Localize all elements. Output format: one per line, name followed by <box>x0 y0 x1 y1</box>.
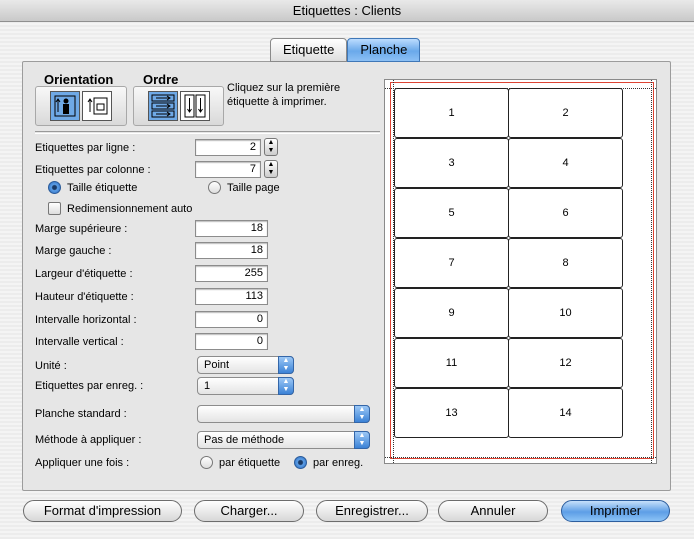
label-cell-3[interactable]: 3 <box>394 138 509 188</box>
redim-label: Redimensionnement auto <box>67 203 193 215</box>
taille-page-label: Taille page <box>227 182 280 194</box>
marge-gauche-field[interactable]: 18 <box>195 242 268 259</box>
chevron-updown-icon: ▲ ▼ <box>354 431 370 449</box>
label-cell-11[interactable]: 11 <box>394 338 509 388</box>
par-etiquette-radio[interactable] <box>200 456 213 469</box>
intervalle-v-field[interactable]: 0 <box>195 333 268 350</box>
charger-button[interactable]: Charger... <box>194 500 304 522</box>
par-ligne-label: Etiquettes par ligne : <box>35 142 136 154</box>
order-rows-icon[interactable] <box>147 91 178 121</box>
redim-checkbox[interactable] <box>48 202 61 215</box>
annuler-button[interactable]: Annuler <box>438 500 548 522</box>
taille-page-radio[interactable] <box>208 181 221 194</box>
par-enreg-radio-label: par enreg. <box>313 457 364 469</box>
marge-sup-field[interactable]: 18 <box>195 220 268 237</box>
methode-value: Pas de méthode <box>204 434 285 446</box>
unite-value: Point <box>204 359 230 371</box>
methode-select[interactable]: Pas de méthode ▲ ▼ <box>197 431 370 449</box>
label-cell-13[interactable]: 13 <box>394 388 509 438</box>
methode-label: Méthode à appliquer : <box>35 434 142 446</box>
label-cell-9[interactable]: 9 <box>394 288 509 338</box>
enregistrer-button[interactable]: Enregistrer... <box>316 500 428 522</box>
hauteur-field[interactable]: 113 <box>195 288 268 305</box>
format-impression-button[interactable]: Format d'impression <box>23 500 182 522</box>
label-cell-8[interactable]: 8 <box>508 238 623 288</box>
margin-guide <box>651 80 652 463</box>
ordre-title: Ordre <box>143 72 179 87</box>
par-etiquette-label: par étiquette <box>219 457 281 469</box>
label-cell-6[interactable]: 6 <box>508 188 623 238</box>
chevron-updown-icon: ▲ ▼ <box>354 405 370 423</box>
imprimer-button[interactable]: Imprimer <box>561 500 670 522</box>
label-cell-12[interactable]: 12 <box>508 338 623 388</box>
planche-select[interactable]: ▲ ▼ <box>197 405 370 423</box>
largeur-field[interactable]: 255 <box>195 265 268 282</box>
window-title: Etiquettes : Clients <box>0 0 694 22</box>
chevron-updown-icon: ▲ ▼ <box>278 356 294 374</box>
portrait-icon[interactable] <box>50 91 80 121</box>
label-cell-2[interactable]: 2 <box>508 88 623 138</box>
orientation-title: Orientation <box>44 72 114 87</box>
par-ligne-field[interactable]: 2 <box>195 139 261 156</box>
landscape-icon[interactable] <box>82 91 112 121</box>
tab-etiquette[interactable]: Etiquette <box>270 38 348 62</box>
tab-bar: Etiquette Planche <box>270 38 421 62</box>
separator <box>35 131 380 134</box>
par-ligne-stepper[interactable]: ▲ ▼ <box>264 138 278 156</box>
appliquer-label: Appliquer une fois : <box>35 457 130 469</box>
intervalle-h-label: Intervalle horizontal : <box>35 314 137 326</box>
unite-label: Unité : <box>35 360 67 372</box>
label-cell-5[interactable]: 5 <box>394 188 509 238</box>
margin-guide <box>385 457 656 458</box>
marge-gauche-label: Marge gauche : <box>35 245 112 257</box>
marge-sup-label: Marge supérieure : <box>35 223 128 235</box>
ordre-group <box>133 86 224 126</box>
orientation-group <box>35 86 127 126</box>
taille-etiquette-label: Taille étiquette <box>67 182 138 194</box>
intervalle-h-field[interactable]: 0 <box>195 311 268 328</box>
par-colonne-label: Etiquettes par colonne : <box>35 164 151 176</box>
par-enreg-radio[interactable] <box>294 456 307 469</box>
par-colonne-field[interactable]: 7 <box>195 161 261 178</box>
intervalle-v-label: Intervalle vertical : <box>35 336 124 348</box>
unite-select[interactable]: Point ▲ ▼ <box>197 356 294 374</box>
par-enreg-value: 1 <box>204 380 211 392</box>
label-cell-7[interactable]: 7 <box>394 238 509 288</box>
par-enreg-select[interactable]: 1 ▲ ▼ <box>197 377 294 395</box>
taille-etiquette-radio[interactable] <box>48 181 61 194</box>
label-cell-4[interactable]: 4 <box>508 138 623 188</box>
label-cell-14[interactable]: 14 <box>508 388 623 438</box>
planche-label: Planche standard : <box>35 408 127 420</box>
order-columns-icon[interactable] <box>179 91 210 121</box>
tab-planche[interactable]: Planche <box>347 38 421 62</box>
chevron-updown-icon: ▲ ▼ <box>278 377 294 395</box>
hint-text: Cliquez sur la première étiquette à impr… <box>227 82 341 108</box>
largeur-label: Largeur d'étiquette : <box>35 268 133 280</box>
hauteur-label: Hauteur d'étiquette : <box>35 291 134 303</box>
label-cell-1[interactable]: 1 <box>394 88 509 138</box>
par-colonne-stepper[interactable]: ▲ ▼ <box>264 160 278 178</box>
par-enreg-label: Etiquettes par enreg. : <box>35 380 144 392</box>
label-cell-10[interactable]: 10 <box>508 288 623 338</box>
